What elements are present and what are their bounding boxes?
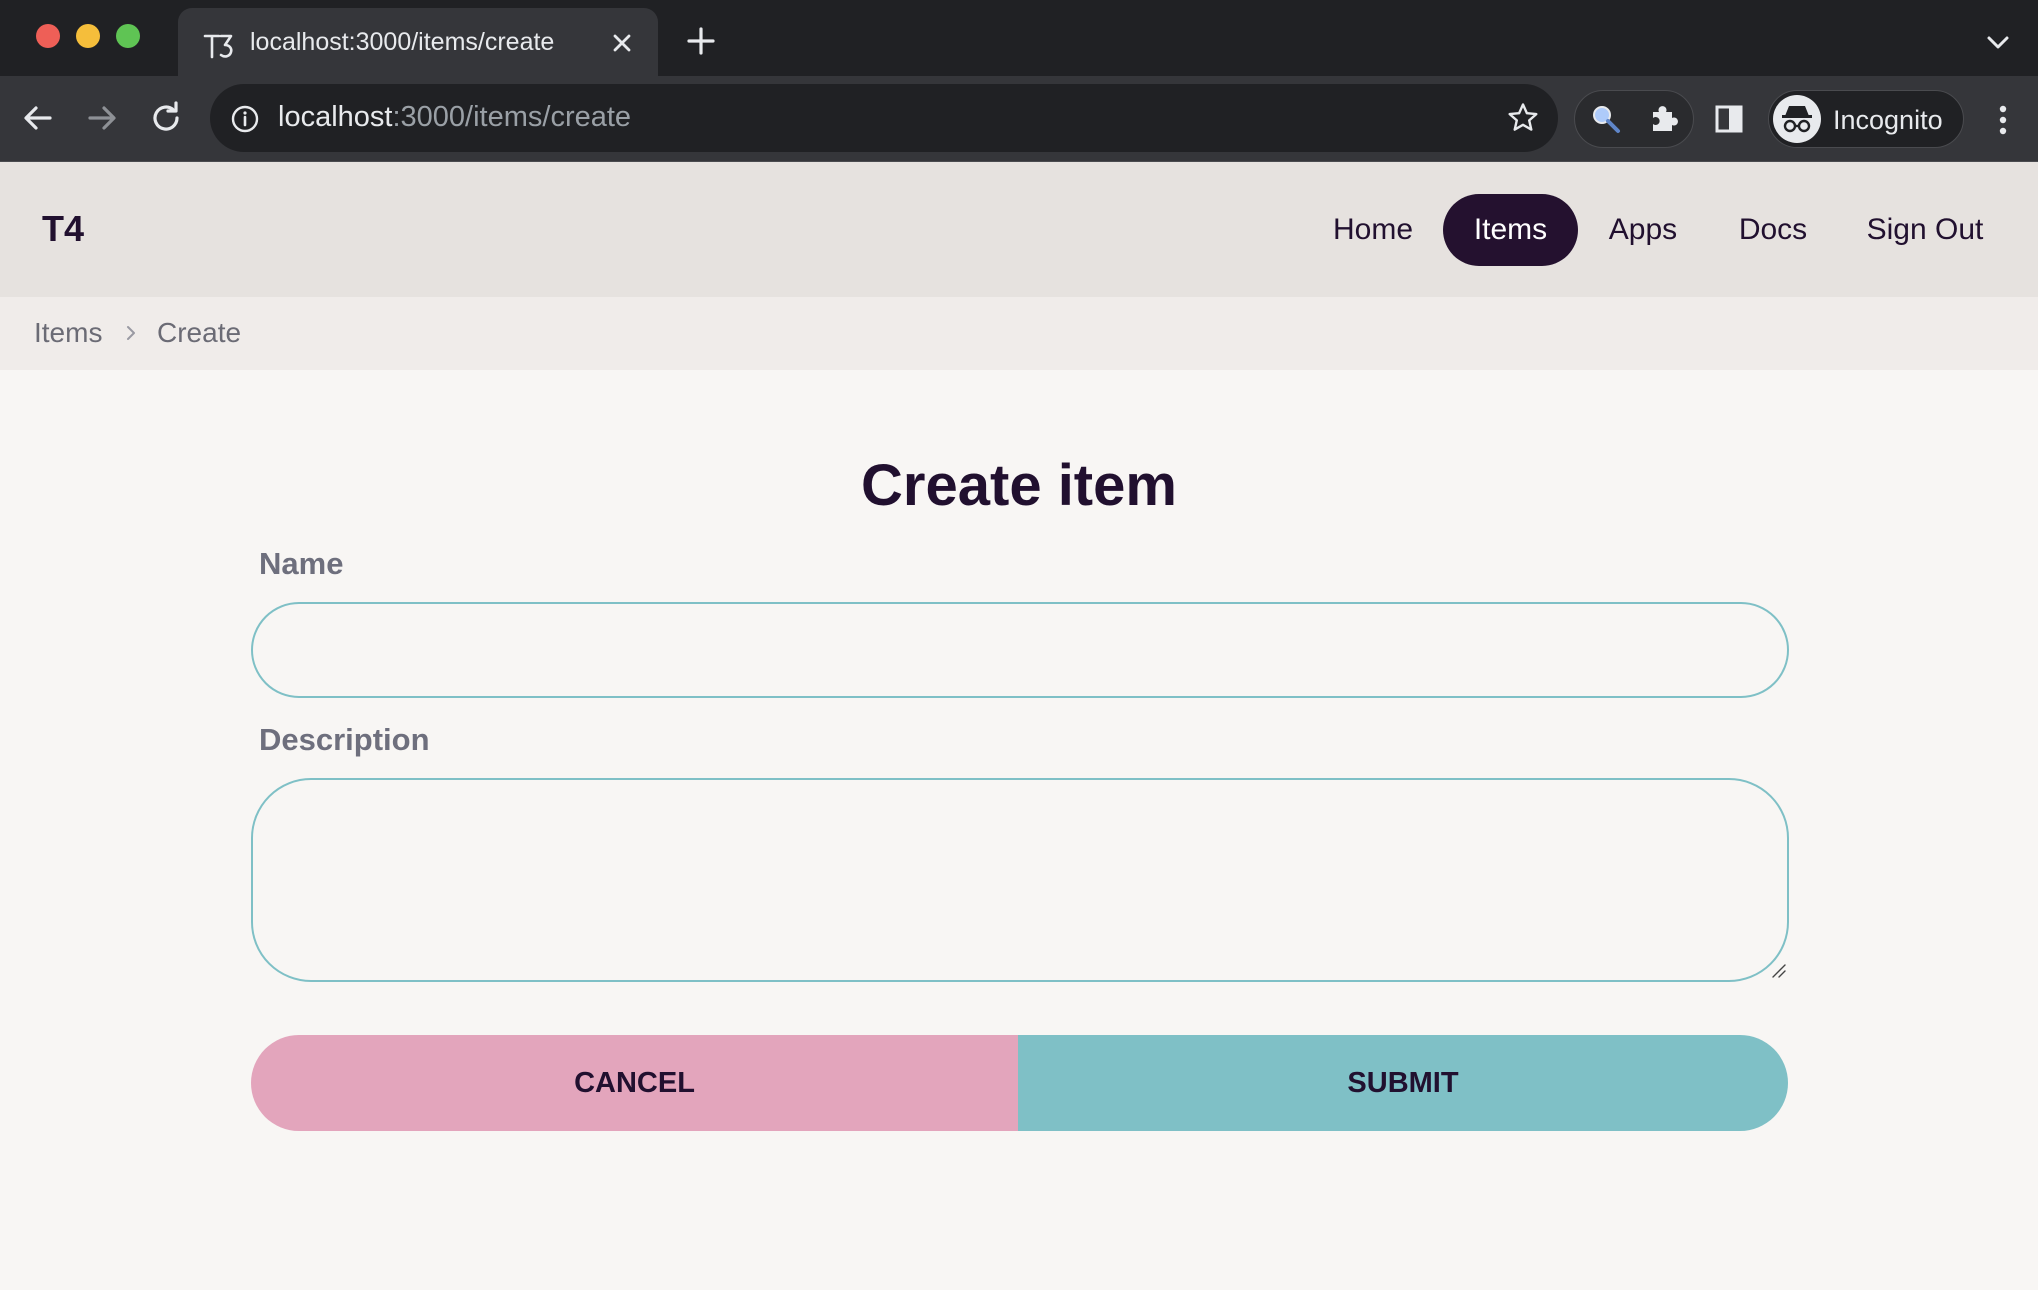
- t3-favicon-icon: [203, 34, 233, 59]
- magnifier-extension-icon[interactable]: [1589, 102, 1623, 136]
- submit-button[interactable]: SUBMIT: [1018, 1035, 1788, 1131]
- url-path: :3000/items/create: [392, 101, 632, 133]
- brand-logo[interactable]: T4: [42, 208, 84, 250]
- cancel-button[interactable]: CANCEL: [251, 1035, 1018, 1131]
- extensions-group: [1574, 90, 1694, 148]
- minimize-window-button[interactable]: [76, 24, 100, 48]
- address-bar[interactable]: localhost:3000/items/create: [210, 84, 1558, 152]
- name-label: Name: [259, 546, 344, 581]
- browser-tab-active[interactable]: localhost:3000/items/create: [178, 8, 658, 76]
- nav-apps[interactable]: Apps: [1598, 194, 1688, 266]
- breadcrumb-items-link[interactable]: Items: [34, 317, 102, 349]
- close-tab-icon[interactable]: [608, 29, 636, 57]
- puzzle-icon[interactable]: [1647, 102, 1681, 136]
- incognito-avatar: [1773, 95, 1821, 143]
- info-icon[interactable]: [230, 104, 260, 134]
- incognito-label: Incognito: [1833, 105, 1943, 135]
- nav-sign-out[interactable]: Sign Out: [1860, 194, 1990, 266]
- new-tab-icon[interactable]: [686, 26, 716, 56]
- chevron-right-icon: [127, 326, 135, 340]
- description-label: Description: [259, 722, 430, 757]
- incognito-profile-button[interactable]: Incognito: [1768, 90, 1964, 148]
- more-menu-icon[interactable]: [1988, 100, 2018, 140]
- breadcrumb: Items Create: [0, 297, 2038, 370]
- maximize-window-button[interactable]: [116, 24, 140, 48]
- reload-icon[interactable]: [146, 98, 186, 138]
- nav-items[interactable]: Items: [1443, 194, 1578, 266]
- name-input[interactable]: [251, 602, 1789, 698]
- forward-icon[interactable]: [82, 98, 122, 138]
- nav-docs[interactable]: Docs: [1728, 194, 1818, 266]
- browser-toolbar: localhost:3000/items/create Incognito: [0, 76, 2038, 162]
- incognito-icon: [1782, 106, 1812, 133]
- resize-handle-icon[interactable]: [1770, 962, 1786, 978]
- back-icon[interactable]: [18, 98, 58, 138]
- side-panel-icon[interactable]: [1712, 102, 1746, 136]
- tab-search-icon[interactable]: [1984, 28, 2012, 56]
- description-textarea[interactable]: [251, 778, 1789, 982]
- app-header: T4 Home Items Apps Docs Sign Out: [0, 162, 2038, 297]
- browser-tab-bar: localhost:3000/items/create: [0, 0, 2038, 76]
- nav-home[interactable]: Home: [1318, 194, 1428, 266]
- star-icon[interactable]: [1506, 101, 1540, 135]
- url-host: localhost: [278, 101, 393, 133]
- breadcrumb-current: Create: [157, 317, 242, 348]
- page-title: Create item: [861, 453, 1177, 518]
- close-window-button[interactable]: [36, 24, 60, 48]
- tab-title: localhost:3000/items/create: [250, 28, 555, 56]
- url-text[interactable]: localhost:3000/items/create: [278, 101, 631, 134]
